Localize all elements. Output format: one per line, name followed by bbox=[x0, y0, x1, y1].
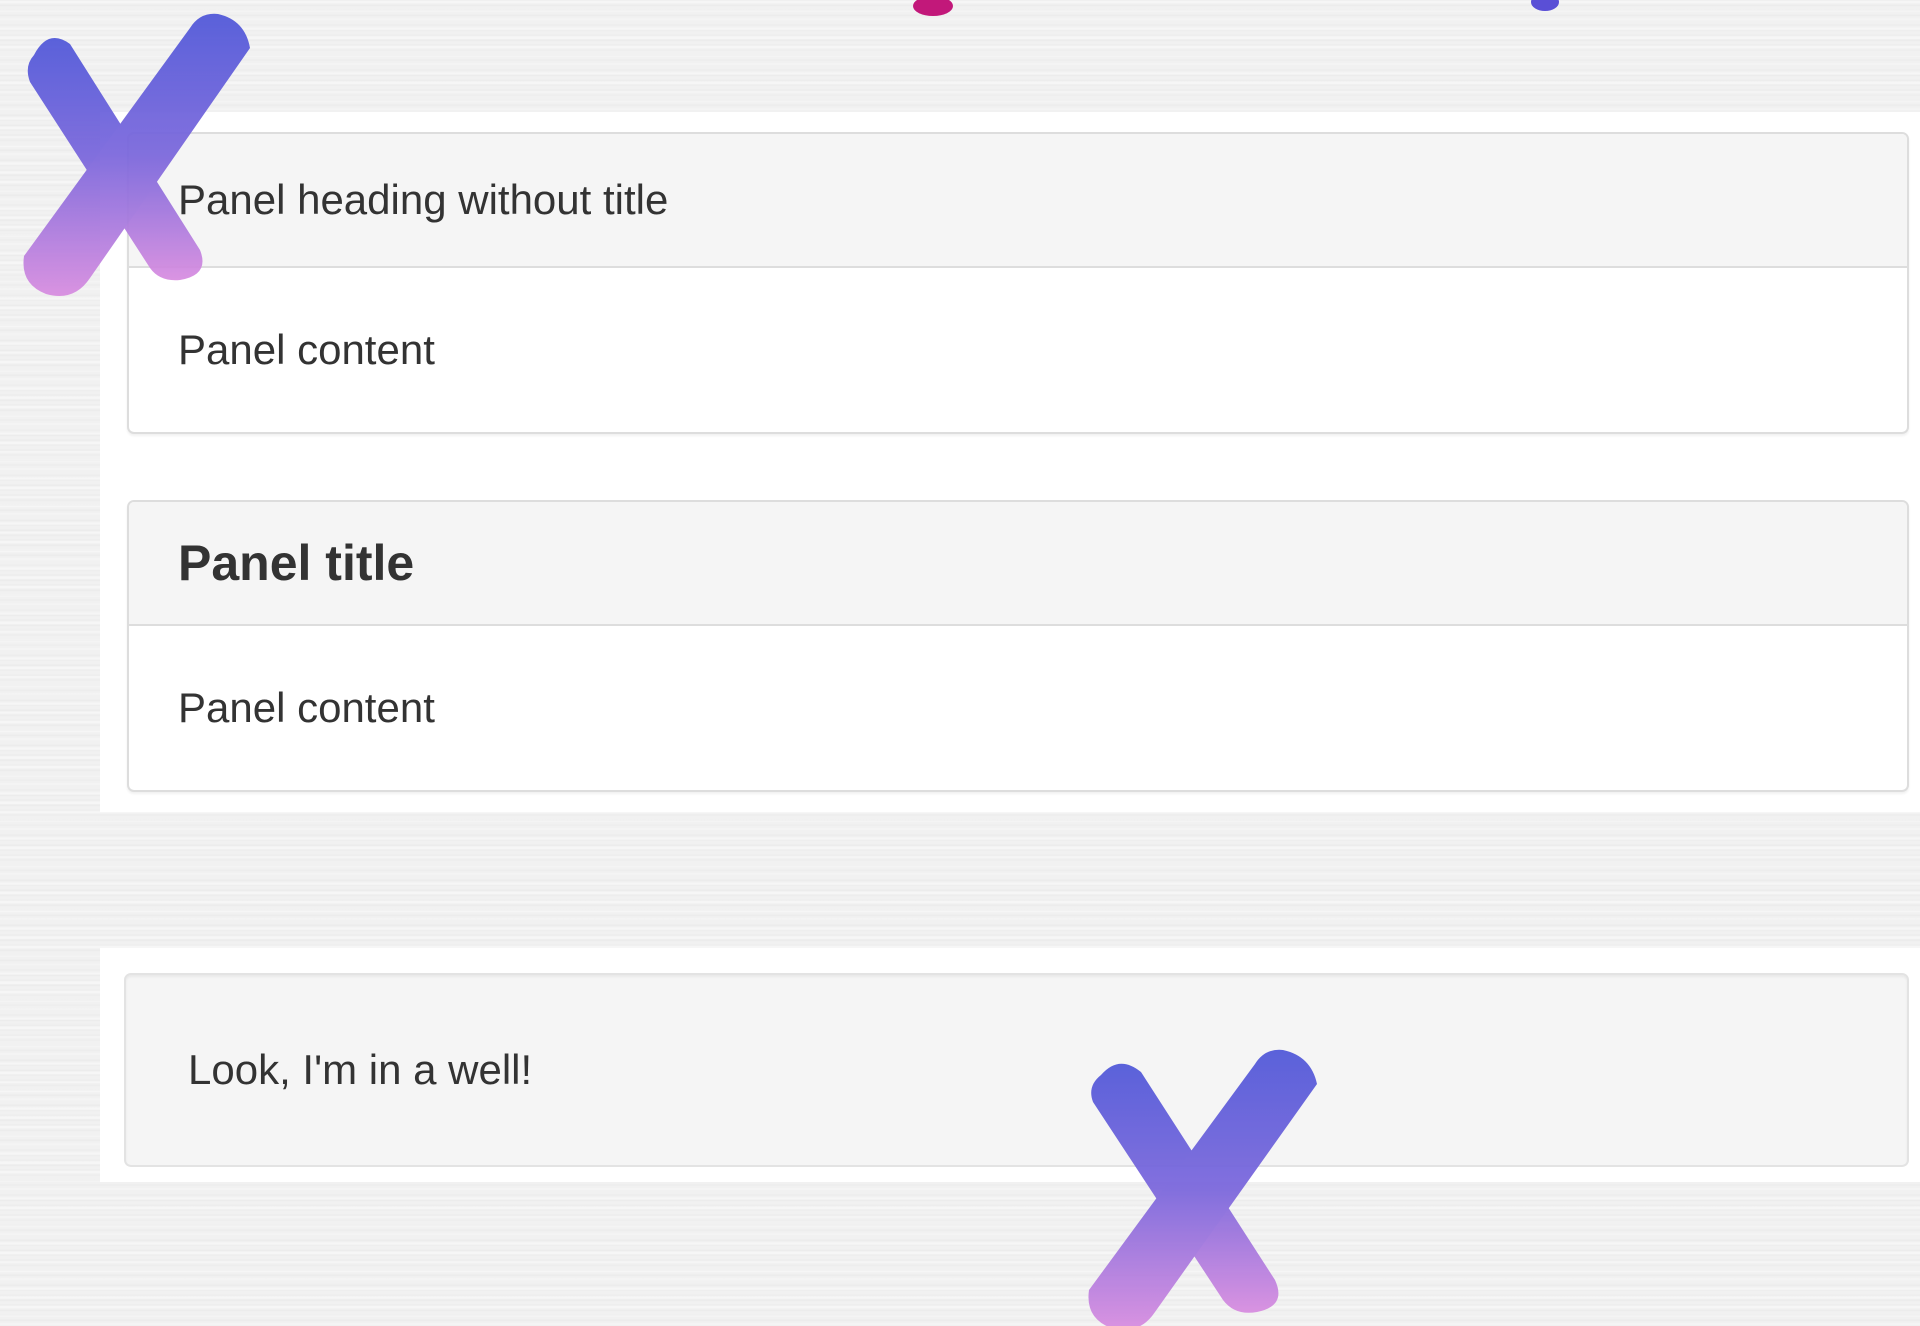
panel-default: Panel heading without title Panel conten… bbox=[127, 132, 1909, 434]
panel-content-text: Panel content bbox=[178, 326, 435, 373]
panel-body: Panel content bbox=[129, 626, 1907, 790]
paint-blot-icon bbox=[913, 0, 953, 16]
panel-content-text: Panel content bbox=[178, 684, 435, 731]
well-section: Look, I'm in a well! bbox=[100, 948, 1920, 1182]
panel-heading: Panel heading without title bbox=[129, 134, 1907, 268]
panel-with-title: Panel title Panel content bbox=[127, 500, 1909, 792]
panel-heading-text: Panel heading without title bbox=[178, 176, 669, 223]
well-text: Look, I'm in a well! bbox=[188, 1046, 533, 1093]
panel-title: Panel title bbox=[178, 535, 415, 591]
panels-section: Panel heading without title Panel conten… bbox=[100, 112, 1920, 812]
panel-heading: Panel title bbox=[129, 502, 1907, 626]
paint-blot-icon bbox=[1531, 0, 1559, 11]
panel-body: Panel content bbox=[129, 268, 1907, 432]
well: Look, I'm in a well! bbox=[124, 973, 1909, 1167]
